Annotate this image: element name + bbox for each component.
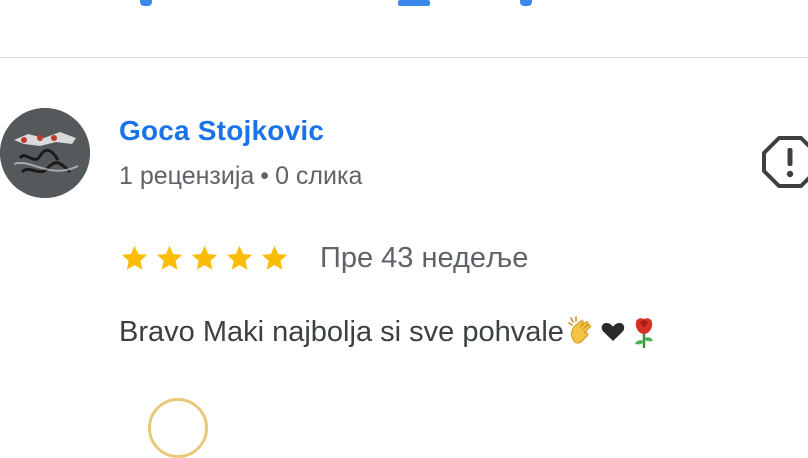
cutoff-icon <box>140 0 152 6</box>
photo-count: 0 слика <box>275 162 363 190</box>
star-rating <box>119 238 290 278</box>
avatar-image <box>0 108 90 198</box>
report-icon <box>762 136 808 188</box>
report-button[interactable] <box>762 134 808 190</box>
review-count: 1 рецензија <box>119 162 255 190</box>
review-date: Пре 43 недеље <box>320 241 529 274</box>
next-element-cutoff <box>148 398 208 458</box>
star-icon <box>261 245 288 270</box>
reviewer-name[interactable]: Goca Stojkovic <box>119 115 324 147</box>
heart-emoji <box>601 322 625 341</box>
star-icon <box>121 245 148 270</box>
meta-separator: • <box>260 162 270 190</box>
cutoff-icon <box>520 0 532 6</box>
review-body: Bravo Maki najbolja si sve pohvale <box>119 315 564 348</box>
clapping-hands-emoji <box>568 316 591 344</box>
star-icon <box>226 245 253 270</box>
previous-review-actions <box>0 0 808 6</box>
review-text: Bravo Maki najbolja si sve pohvale <box>119 312 661 352</box>
review-divider <box>0 57 808 58</box>
reviewer-avatar[interactable] <box>0 108 90 198</box>
star-icon <box>156 245 183 270</box>
rose-emoji <box>634 318 653 348</box>
cutoff-underline <box>398 0 430 6</box>
reviewer-meta: 1 рецензија • 0 слика <box>119 162 362 191</box>
star-icon <box>191 245 218 270</box>
rating-row: Пре 43 недеље <box>119 238 528 278</box>
